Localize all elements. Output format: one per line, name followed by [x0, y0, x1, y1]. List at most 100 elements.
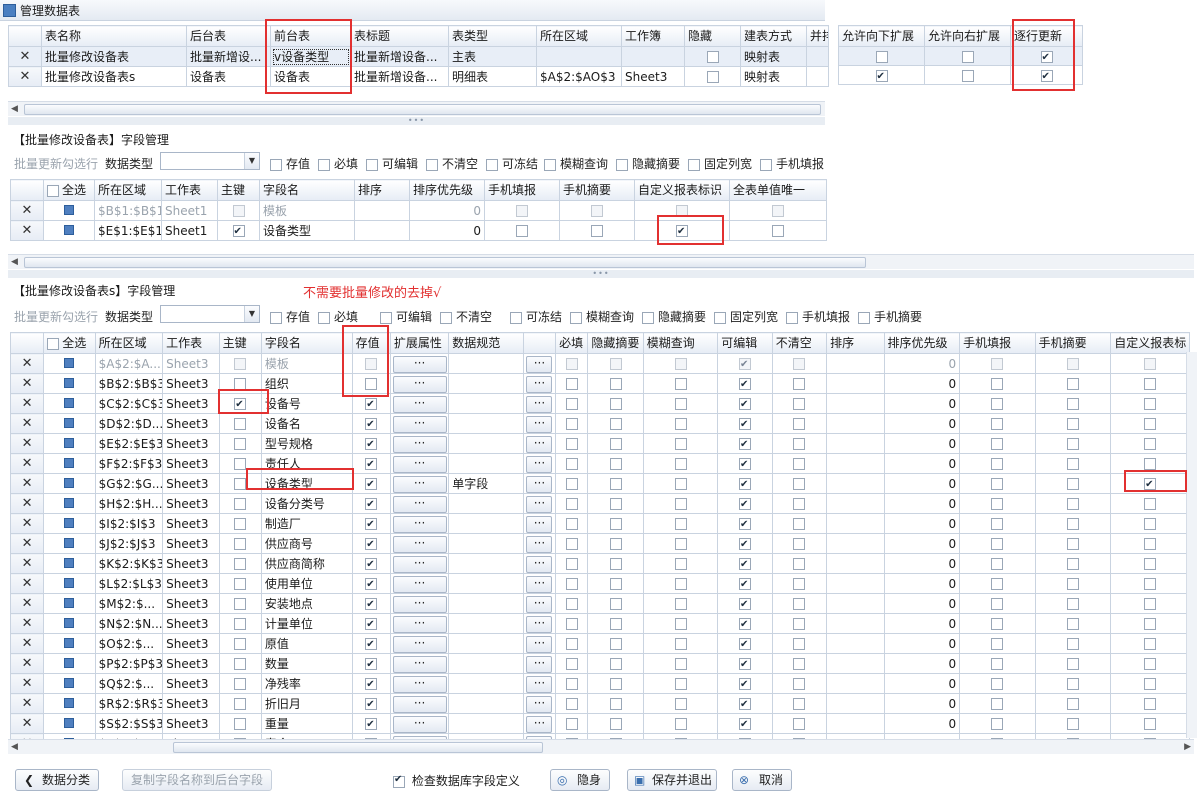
toolbar-check-0[interactable]: 存值 [270, 155, 310, 172]
checkbox-checked[interactable] [739, 676, 751, 693]
cell-required[interactable] [555, 453, 589, 474]
cell-sort[interactable] [826, 493, 885, 514]
cell-required[interactable] [555, 653, 589, 674]
checkbox[interactable] [991, 478, 1004, 490]
check-db-box[interactable] [393, 774, 405, 788]
cell-pk[interactable] [218, 613, 262, 634]
cell-hide-summary[interactable] [587, 713, 644, 734]
cell-mfill[interactable] [959, 613, 1036, 634]
ellipsis-button[interactable]: ··· [526, 395, 553, 413]
ellipsis-button[interactable]: ··· [392, 455, 447, 473]
checkbox[interactable] [760, 158, 772, 171]
table-row[interactable]: ✕ $S$2:$S$3Sheet3 重量 ··· ··· 0 [9, 713, 1190, 734]
cell-spec-btn[interactable]: ··· [522, 413, 557, 434]
delete-row-icon[interactable]: ✕ [22, 476, 33, 491]
cell-custom[interactable] [1110, 533, 1190, 554]
checkbox[interactable] [991, 718, 1004, 730]
row-header[interactable]: ✕ [9, 693, 45, 714]
delete-row-icon[interactable]: ✕ [22, 636, 33, 651]
cell-sheet[interactable]: Sheet3 [162, 433, 220, 454]
checkbox[interactable] [1144, 658, 1157, 670]
checkbox[interactable] [565, 498, 578, 510]
cell-msum[interactable] [559, 200, 635, 221]
cell-msum[interactable] [1034, 593, 1112, 614]
ellipsis-button[interactable]: ··· [392, 635, 447, 653]
row-select-icon[interactable] [64, 717, 75, 728]
checkbox[interactable] [793, 718, 806, 730]
row-select-icon[interactable] [64, 537, 75, 548]
checkbox-checked[interactable] [739, 716, 751, 733]
row-header[interactable]: ✕ [9, 633, 45, 654]
cell-area[interactable]: $N$2:$N... [94, 613, 164, 634]
cell-fuzzy[interactable] [642, 413, 719, 434]
cell-noclear[interactable] [771, 633, 828, 654]
cell-custom[interactable] [1110, 473, 1190, 494]
ellipsis-button[interactable]: ··· [526, 535, 553, 553]
cell-custom[interactable] [1110, 553, 1190, 574]
cell-mfill[interactable] [959, 493, 1036, 514]
cell-msum[interactable] [559, 220, 635, 241]
checkbox[interactable] [676, 205, 688, 217]
cell-prio[interactable]: 0 [883, 713, 961, 734]
checkbox[interactable] [991, 618, 1004, 630]
cell-spec-btn[interactable]: ··· [522, 373, 557, 394]
cell-pk[interactable] [218, 353, 262, 374]
row-header[interactable]: ✕ [9, 373, 45, 394]
cell-sort[interactable] [354, 200, 410, 221]
delete-row-icon[interactable]: ✕ [22, 356, 33, 371]
cell-sort[interactable] [826, 473, 885, 494]
cell-spec[interactable] [448, 413, 524, 434]
checkbox-checked[interactable] [365, 576, 378, 593]
cell-spec-btn[interactable]: ··· [522, 653, 557, 674]
toolbar-check-8[interactable]: 手机填报 [760, 155, 824, 172]
checkbox[interactable] [565, 578, 578, 590]
checkbox[interactable] [565, 598, 578, 610]
cell-area[interactable]: $A$2:$AO$3 [536, 66, 622, 87]
cell-fuzzy[interactable] [642, 573, 719, 594]
row-select[interactable] [43, 633, 96, 654]
cell-ext[interactable]: ··· [389, 613, 450, 634]
cell-store[interactable] [351, 573, 391, 594]
checkbox-checked[interactable] [739, 476, 751, 493]
checkbox-checked[interactable] [739, 616, 751, 633]
cell-spec-btn[interactable]: ··· [522, 513, 557, 534]
row-header[interactable]: ✕ [9, 553, 45, 574]
checkbox[interactable] [609, 578, 622, 590]
cell-sheet[interactable]: Sheet3 [162, 653, 220, 674]
row-select[interactable] [43, 393, 96, 414]
toolbar-check-5[interactable]: 模糊查询 [544, 155, 608, 172]
cell-sheet[interactable]: Sheet3 [162, 673, 220, 694]
checkbox[interactable] [234, 718, 247, 730]
cell-spec[interactable] [448, 373, 524, 394]
scroll-left-arrow[interactable]: ◀ [11, 102, 18, 116]
checkbox[interactable] [674, 378, 687, 390]
cell-required[interactable] [555, 713, 589, 734]
cell-required[interactable] [555, 433, 589, 454]
ellipsis-button[interactable]: ··· [526, 435, 553, 453]
row-select-icon[interactable] [64, 617, 75, 628]
cell-spec[interactable] [448, 653, 524, 674]
checkbox-checked[interactable] [676, 223, 688, 240]
ellipsis-button[interactable]: ··· [392, 575, 447, 593]
cell-prio[interactable]: 0 [883, 353, 961, 374]
cell-pk[interactable] [218, 693, 262, 714]
cell-field[interactable]: 数量 [260, 653, 353, 674]
cell-mfill[interactable] [959, 373, 1036, 394]
cell-editable[interactable] [717, 373, 773, 394]
cell-spec[interactable] [448, 633, 524, 654]
checkbox[interactable] [991, 698, 1004, 710]
row-select-icon[interactable] [64, 437, 75, 448]
cell-prio[interactable]: 0 [883, 393, 961, 414]
checkbox[interactable] [688, 158, 700, 171]
panel1-batch-update-button[interactable]: 批量更新勾选行 [14, 155, 98, 172]
data-category-button[interactable]: ❮ 数据分类 [15, 769, 99, 791]
row-select[interactable] [43, 433, 96, 454]
ellipsis-button[interactable]: ··· [526, 455, 553, 473]
ellipsis-button[interactable]: ··· [392, 535, 447, 553]
checkbox[interactable] [234, 598, 247, 610]
cell-msum[interactable] [1034, 493, 1112, 514]
cell-custom[interactable] [1110, 653, 1190, 674]
cell-sheet[interactable]: Sheet3 [162, 413, 220, 434]
cell-spec-btn[interactable]: ··· [522, 473, 557, 494]
cell-spec[interactable] [448, 693, 524, 714]
